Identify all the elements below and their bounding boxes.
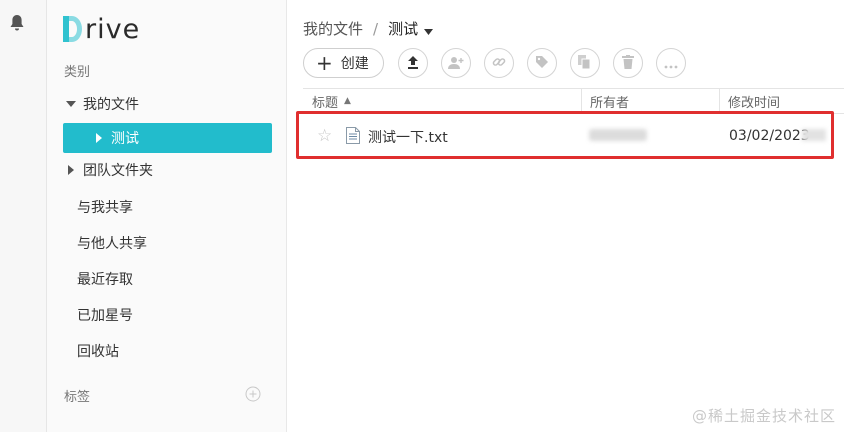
sidebar-item-trash[interactable]: 回收站 bbox=[63, 336, 272, 366]
delete-button[interactable] bbox=[612, 48, 643, 78]
star-icon[interactable]: ☆ bbox=[317, 126, 332, 146]
text-file-icon bbox=[346, 127, 360, 144]
plus-icon: + bbox=[316, 51, 333, 75]
drive-logo: rive bbox=[63, 12, 140, 46]
upload-icon bbox=[407, 54, 419, 73]
copy-button[interactable] bbox=[569, 48, 600, 78]
add-tag-icon[interactable] bbox=[245, 386, 261, 402]
sidebar-item-shared-with-others[interactable]: 与他人共享 bbox=[63, 228, 272, 258]
sidebar-item-label: 与我共享 bbox=[77, 200, 133, 216]
file-name[interactable]: 测试一下.txt bbox=[368, 127, 448, 147]
sidebar: rive 类别 我的文件 测试 团队文件夹 与我共享 与他人共享 最近存取 已加… bbox=[47, 0, 287, 432]
more-button[interactable] bbox=[655, 48, 686, 78]
share-user-button[interactable] bbox=[440, 48, 471, 78]
more-icon bbox=[664, 54, 678, 73]
sidebar-item-test-folder[interactable]: 测试 bbox=[63, 123, 272, 153]
breadcrumb-separator: / bbox=[373, 19, 379, 38]
sidebar-item-label: 测试 bbox=[111, 131, 139, 147]
upload-button[interactable] bbox=[397, 48, 428, 78]
sidebar-item-shared-with-me[interactable]: 与我共享 bbox=[63, 192, 272, 222]
sidebar-item-label: 最近存取 bbox=[77, 272, 133, 288]
category-label: 类别 bbox=[64, 65, 91, 80]
column-header-owner[interactable]: 所有者 bbox=[581, 89, 719, 113]
sort-ascending-icon: ▲ bbox=[344, 96, 351, 106]
table-row[interactable]: ☆ 测试一下.txt 03/02/2023 bbox=[296, 111, 834, 159]
trash-icon bbox=[621, 54, 634, 73]
create-button[interactable]: + 创建 bbox=[303, 48, 384, 78]
modified-date: 03/02/2023 bbox=[729, 128, 810, 144]
caret-right-icon[interactable] bbox=[63, 165, 79, 175]
column-header-title[interactable]: 标题 ▲ bbox=[312, 89, 351, 113]
breadcrumb-current-folder[interactable]: 测试 bbox=[388, 18, 418, 39]
logo-text: rive bbox=[85, 13, 141, 45]
tags-label: 标签 bbox=[64, 390, 91, 405]
sidebar-item-starred[interactable]: 已加星号 bbox=[63, 300, 272, 330]
sidebar-item-my-files[interactable]: 我的文件 bbox=[63, 89, 272, 119]
logo-d-icon bbox=[63, 16, 82, 42]
column-header-modified[interactable]: 修改时间 bbox=[719, 89, 844, 113]
sidebar-item-label: 团队文件夹 bbox=[83, 163, 153, 179]
toolbar: + 创建 bbox=[303, 48, 699, 78]
sidebar-item-label: 我的文件 bbox=[83, 97, 139, 113]
copy-icon bbox=[578, 54, 591, 73]
breadcrumb: 我的文件 / 测试 bbox=[303, 18, 434, 39]
column-title-label: 标题 bbox=[312, 95, 339, 111]
left-rail bbox=[0, 0, 47, 432]
link-button[interactable] bbox=[483, 48, 514, 78]
folder-dropdown-icon[interactable] bbox=[424, 21, 434, 39]
link-icon bbox=[492, 54, 506, 73]
column-owner-label: 所有者 bbox=[590, 95, 630, 111]
tag-icon bbox=[535, 54, 549, 73]
main-panel: 我的文件 / 测试 + 创建 标题 ▲ 所有者 修改时间 ☆ 测试一下.txt … bbox=[288, 0, 844, 432]
sidebar-item-label: 与他人共享 bbox=[77, 236, 147, 252]
column-modified-label: 修改时间 bbox=[728, 95, 781, 111]
watermark: @稀土掘金技术社区 bbox=[691, 407, 836, 425]
sidebar-item-label: 回收站 bbox=[77, 344, 119, 360]
breadcrumb-my-files[interactable]: 我的文件 bbox=[303, 18, 363, 39]
tag-button[interactable] bbox=[526, 48, 557, 78]
sidebar-item-label: 已加星号 bbox=[77, 308, 133, 324]
sidebar-item-recent[interactable]: 最近存取 bbox=[63, 264, 272, 294]
modified-time-redacted bbox=[802, 129, 826, 141]
owner-redacted bbox=[589, 129, 647, 141]
notification-bell-icon[interactable] bbox=[9, 14, 25, 32]
caret-down-icon[interactable] bbox=[63, 101, 79, 107]
caret-right-icon[interactable] bbox=[91, 133, 107, 143]
share-user-icon bbox=[447, 54, 464, 73]
create-button-label: 创建 bbox=[340, 56, 369, 72]
sidebar-item-team-folders[interactable]: 团队文件夹 bbox=[63, 155, 272, 185]
